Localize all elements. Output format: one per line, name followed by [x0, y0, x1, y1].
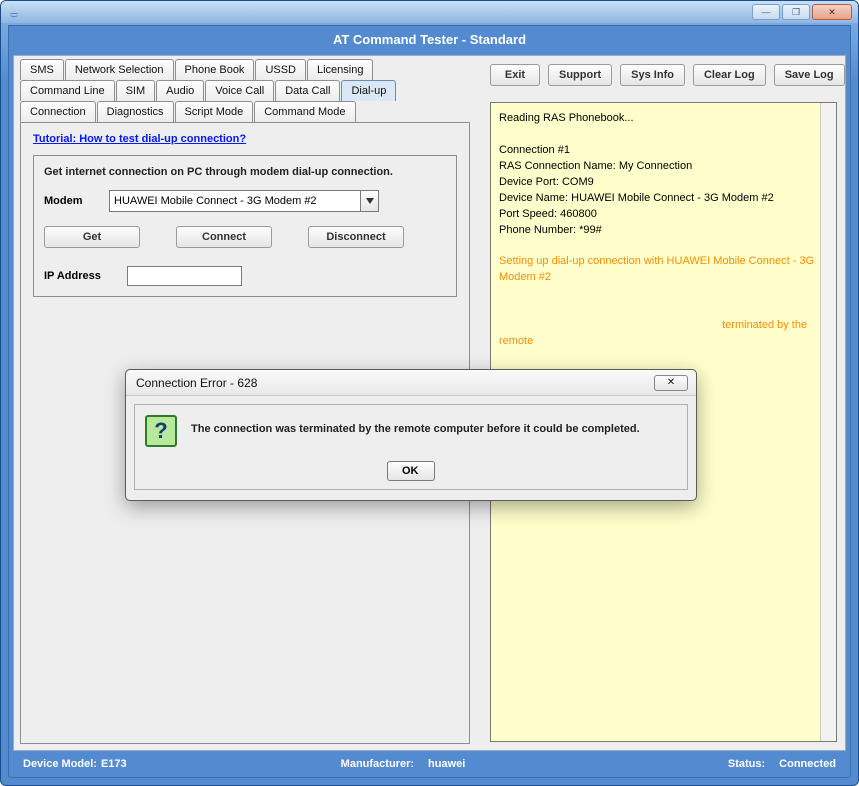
device-model-label: Device Model: — [23, 758, 97, 770]
tab-sim[interactable]: SIM — [116, 80, 156, 101]
tab-command-line[interactable]: Command Line — [20, 80, 115, 101]
tab-phone-book[interactable]: Phone Book — [175, 59, 255, 80]
modem-combo[interactable]: HUAWEI Mobile Connect - 3G Modem #2 — [109, 190, 379, 212]
tab-diagnostics[interactable]: Diagnostics — [97, 101, 174, 122]
get-button[interactable]: Get — [44, 226, 140, 248]
tab-data-call[interactable]: Data Call — [275, 80, 340, 101]
dialog-title: Connection Error - 628 — [136, 376, 257, 390]
tab-ussd[interactable]: USSD — [255, 59, 306, 80]
tab-connection[interactable]: Connection — [20, 101, 96, 122]
modem-label: Modem — [44, 195, 109, 207]
ip-label: IP Address — [44, 270, 119, 282]
log-scrollbar[interactable] — [820, 103, 836, 741]
log-block3: terminated by the remote — [499, 319, 810, 347]
dropdown-arrow-icon[interactable] — [360, 191, 378, 211]
status-label: Status: — [728, 758, 765, 770]
disconnect-button[interactable]: Disconnect — [308, 226, 404, 248]
java-icon — [7, 4, 21, 18]
dialog-titlebar[interactable]: Connection Error - 628 ✕ — [126, 370, 696, 396]
tab-network-selection[interactable]: Network Selection — [65, 59, 174, 80]
tab-licensing[interactable]: Licensing — [307, 59, 373, 80]
status-value: Connected — [779, 758, 836, 770]
dialup-group: Get internet connection on PC through mo… — [33, 155, 457, 297]
error-dialog: Connection Error - 628 ✕ ? The connectio… — [125, 369, 697, 501]
savelog-button[interactable]: Save Log — [774, 64, 845, 86]
dialog-body: ? The connection was terminated by the r… — [134, 404, 688, 490]
tab-script-mode[interactable]: Script Mode — [175, 101, 254, 122]
log-block2: Setting up dial-up connection with HUAWE… — [499, 255, 817, 283]
ok-button[interactable]: OK — [387, 461, 435, 481]
group-heading: Get internet connection on PC through mo… — [44, 166, 446, 178]
app-title: AT Command Tester - Standard — [9, 26, 850, 51]
maximize-button[interactable]: ❐ — [782, 4, 810, 20]
manufacturer-value: huawei — [428, 758, 465, 770]
exit-button[interactable]: Exit — [490, 64, 540, 86]
toolbar: Exit Support Sys Info Clear Log Save Log — [490, 64, 845, 86]
connect-button[interactable]: Connect — [176, 226, 272, 248]
status-bar: Device Model: E173 Manufacturer: huawei … — [13, 753, 846, 775]
support-button[interactable]: Support — [548, 64, 612, 86]
tab-sms[interactable]: SMS — [20, 59, 64, 80]
minimize-button[interactable]: — — [752, 4, 780, 20]
dialog-message: The connection was terminated by the rem… — [191, 423, 677, 435]
titlebar[interactable]: — ❐ ✕ — [1, 1, 858, 23]
close-button[interactable]: ✕ — [812, 4, 852, 20]
clearlog-button[interactable]: Clear Log — [693, 64, 766, 86]
log-block1: Reading RAS Phonebook... Connection #1 R… — [499, 112, 774, 236]
dialog-close-button[interactable]: ✕ — [654, 375, 688, 391]
tab-command-mode[interactable]: Command Mode — [254, 101, 355, 122]
manufacturer-label: Manufacturer: — [341, 758, 414, 770]
sysinfo-button[interactable]: Sys Info — [620, 64, 685, 86]
ip-address-input[interactable] — [127, 266, 242, 286]
tutorial-link[interactable]: Tutorial: How to test dial-up connection… — [33, 133, 246, 145]
modem-value: HUAWEI Mobile Connect - 3G Modem #2 — [114, 195, 317, 207]
tab-voice-call[interactable]: Voice Call — [205, 80, 274, 101]
tab-dial-up[interactable]: Dial-up — [341, 80, 396, 101]
question-icon: ? — [145, 415, 177, 447]
device-model-value: E173 — [101, 758, 127, 770]
tab-audio[interactable]: Audio — [156, 80, 204, 101]
